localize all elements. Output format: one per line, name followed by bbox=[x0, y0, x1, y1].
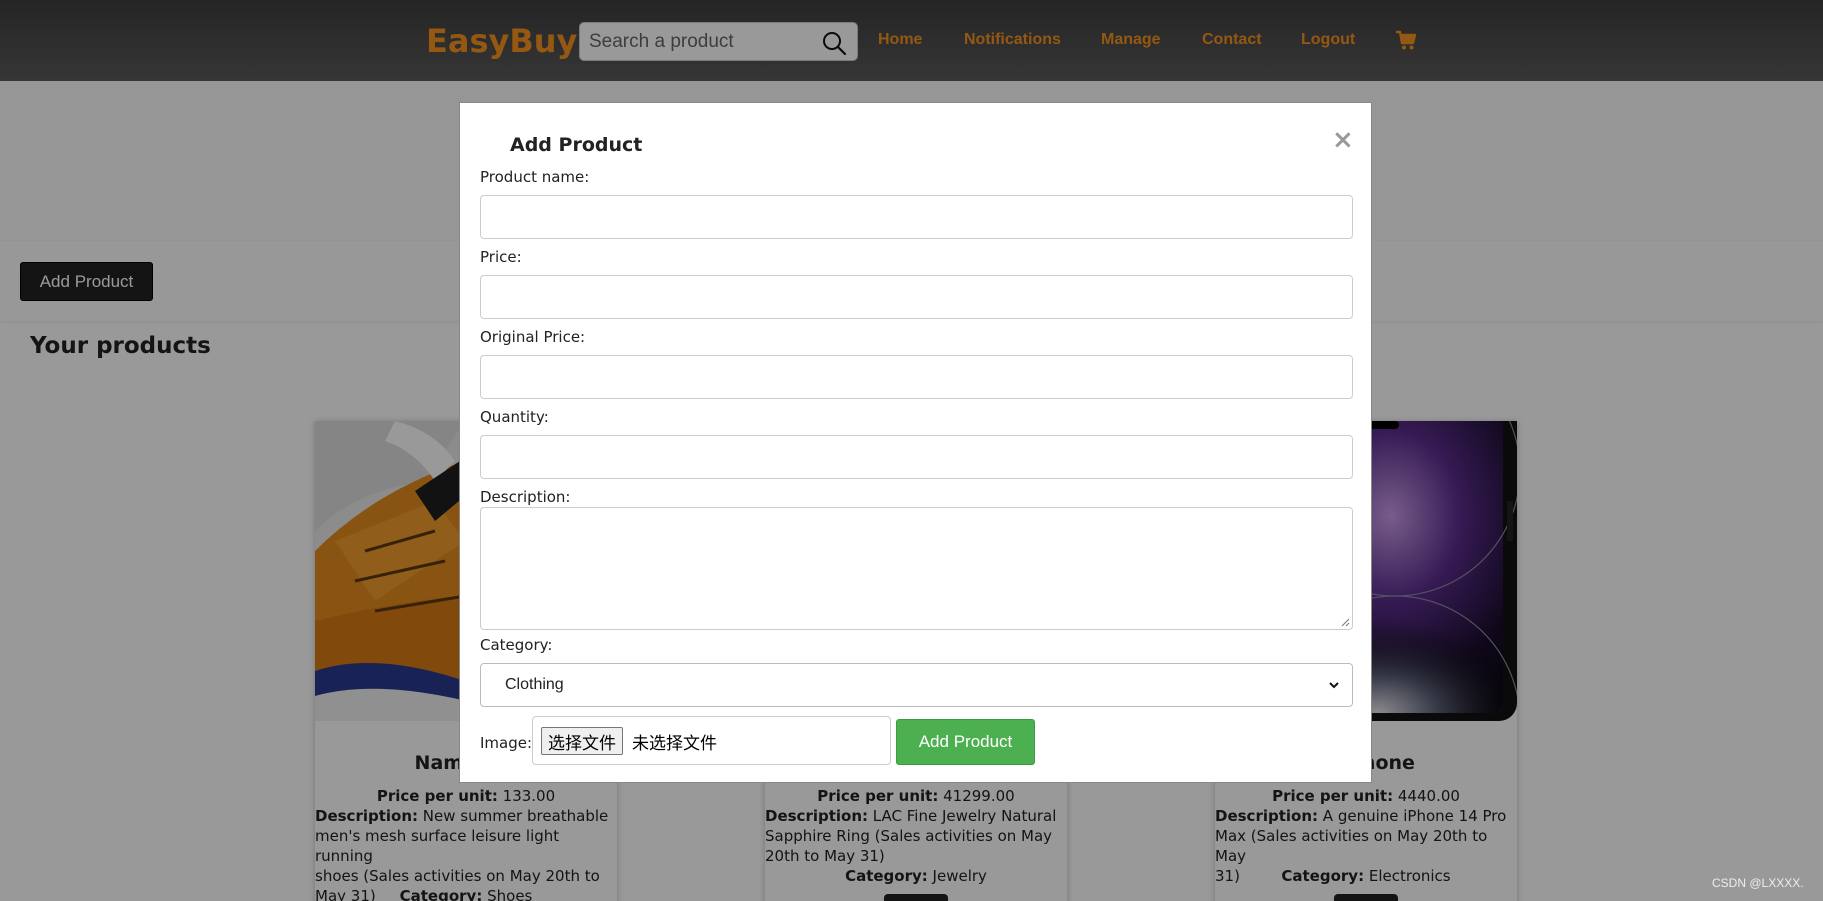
price-input[interactable] bbox=[480, 275, 1353, 319]
label-product-name: Product name: bbox=[480, 168, 590, 186]
label-original-price: Original Price: bbox=[480, 328, 586, 346]
file-status-text: 未选择文件 bbox=[632, 734, 717, 754]
submit-add-product-button[interactable]: Add Product bbox=[896, 719, 1035, 765]
product-name-input[interactable] bbox=[480, 195, 1353, 239]
category-select[interactable]: Clothing bbox=[480, 663, 1353, 707]
description-textarea[interactable] bbox=[480, 507, 1353, 630]
watermark: CSDN @LXXXX. bbox=[1712, 876, 1804, 890]
resize-grip-icon[interactable] bbox=[1340, 617, 1350, 627]
quantity-input[interactable] bbox=[480, 435, 1353, 479]
category-selected-value: Clothing bbox=[505, 676, 564, 693]
close-icon[interactable]: × bbox=[1332, 127, 1354, 153]
chevron-down-icon bbox=[1329, 682, 1339, 689]
label-description: Description: bbox=[480, 488, 571, 506]
label-image: Image: bbox=[480, 734, 533, 752]
original-price-input[interactable] bbox=[480, 355, 1353, 399]
add-product-modal: Add Product × Product name: Price: Origi… bbox=[459, 102, 1372, 783]
label-price: Price: bbox=[480, 248, 522, 266]
label-quantity: Quantity: bbox=[480, 408, 549, 426]
choose-file-button[interactable]: 选择文件 bbox=[541, 727, 623, 755]
image-file-input: 选择文件 未选择文件 bbox=[532, 716, 891, 765]
label-category: Category: bbox=[480, 636, 553, 654]
modal-title: Add Product bbox=[510, 134, 643, 156]
